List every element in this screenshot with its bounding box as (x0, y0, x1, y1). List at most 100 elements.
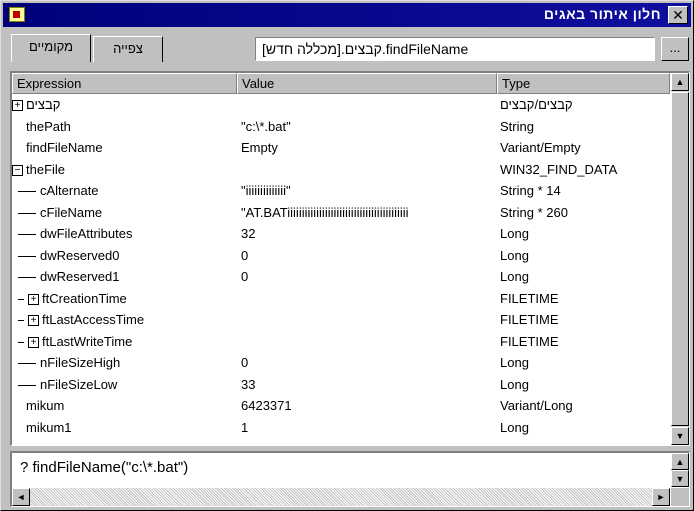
tree-connector (18, 298, 24, 300)
header-expression[interactable]: Expression (12, 73, 237, 94)
type-cell: Long (500, 269, 529, 284)
tree-connector (18, 363, 36, 365)
value-cell[interactable]: 6423371 (241, 398, 495, 413)
type-cell: FILETIME (500, 290, 559, 306)
expand-icon[interactable]: + (28, 315, 39, 327)
expression-cell[interactable]: nFileSizeHigh (12, 355, 234, 370)
type-cell: Long (500, 376, 529, 392)
expression-label: ftLastWriteTime (42, 333, 133, 349)
expand-icon[interactable]: + (28, 336, 39, 348)
immediate-scroll-down-button[interactable]: ▼ (671, 470, 689, 487)
value-cell[interactable]: 0 (241, 248, 495, 263)
expression-cell[interactable]: + ftLastAccessTime (12, 312, 234, 327)
expression-cell[interactable]: nFileSizeLow (12, 377, 234, 392)
grid-row[interactable]: cFileName "AT.BATiiiiiiiiiiiiiiiiiiiiiiii… (12, 203, 670, 225)
context-field: [מכללה חדש].קבצים.findFileName (255, 37, 655, 61)
call-stack-button[interactable]: ... (661, 37, 689, 61)
expression-label: dwReserved1 (40, 269, 120, 284)
expression-cell[interactable]: + ftLastWriteTime (12, 334, 234, 349)
tab-watch[interactable]: צפייה (93, 36, 163, 62)
header-value[interactable]: Value (237, 73, 497, 94)
expression-label: thePath (26, 118, 71, 134)
grid-row[interactable]: + קבצים קבצים/קבצים (12, 95, 670, 117)
expand-icon[interactable]: + (12, 100, 23, 112)
immediate-horizontal-scrollbar[interactable]: ◄ ► (12, 488, 670, 506)
grid-vertical-scrollbar[interactable]: ▲ ▼ (671, 73, 689, 445)
grid-row[interactable]: nFileSizeLow 33 Long (12, 375, 670, 397)
type-cell: String * 260 (500, 204, 568, 220)
expression-label: dwFileAttributes (40, 226, 133, 241)
grid-row[interactable]: cAlternate "iiiiiiiiiiiiii" String * 14 (12, 181, 670, 203)
expression-cell[interactable]: mikum1 (12, 420, 234, 435)
grid-row[interactable]: dwReserved0 0 Long (12, 246, 670, 268)
grid-row[interactable]: mikum1 1 Long (12, 418, 670, 440)
scroll-thumb[interactable] (671, 92, 689, 426)
grid-rows: + קבצים קבצים/קבצים thePath "c:\*.bat" String… (12, 95, 670, 439)
collapse-icon[interactable]: − (12, 164, 23, 176)
grid-row[interactable]: − theFile WIN32_FIND_DATA (12, 160, 670, 182)
expression-cell[interactable]: − theFile (12, 162, 234, 177)
grid-row[interactable]: + ftLastWriteTime FILETIME (12, 332, 670, 354)
expression-label: cAlternate (40, 183, 99, 198)
window-title: חלון איתור באגים (543, 6, 661, 22)
title-bar[interactable]: חלון איתור באגים ✕ (3, 3, 691, 27)
close-button[interactable]: ✕ (668, 6, 688, 24)
resize-grip[interactable] (671, 488, 689, 506)
expression-cell[interactable]: cAlternate (12, 183, 234, 198)
scroll-down-button[interactable]: ▼ (671, 427, 689, 445)
value-cell[interactable]: 33 (241, 377, 495, 392)
expression-cell[interactable]: thePath (12, 119, 234, 134)
expression-cell[interactable]: mikum (12, 398, 234, 413)
value-cell[interactable]: "iiiiiiiiiiiiii" (241, 183, 495, 198)
expression-cell[interactable]: + קבצים (12, 97, 234, 112)
value-cell[interactable]: "AT.BATiiiiiiiiiiiiiiiiiiiiiiiiiiiiiiiii… (241, 205, 495, 220)
value-cell[interactable]: 1 (241, 420, 495, 435)
grid-row[interactable]: + ftCreationTime FILETIME (12, 289, 670, 311)
immediate-scroll-up-button[interactable]: ▲ (671, 453, 689, 470)
expression-cell[interactable]: + ftCreationTime (12, 291, 234, 306)
scroll-up-button[interactable]: ▲ (671, 73, 689, 91)
expression-cell[interactable]: findFileName (12, 140, 234, 155)
type-cell: FILETIME (500, 333, 559, 349)
value-cell[interactable]: Empty (241, 140, 495, 155)
immediate-vertical-scrollbar[interactable]: ▲ ▼ (671, 453, 689, 487)
expression-label: mikum1 (26, 419, 72, 435)
value-cell[interactable]: "c:\*.bat" (241, 119, 495, 134)
grid-row[interactable]: mikum 6423371 Variant/Long (12, 396, 670, 418)
grid-row[interactable]: dwFileAttributes 32 Long (12, 224, 670, 246)
immediate-pane[interactable]: ? findFileName("c:\*.bat") ▲ ▼ ◄ ► (10, 451, 690, 507)
grid-row[interactable]: dwReserved1 0 Long (12, 267, 670, 289)
grid-row[interactable]: findFileName Empty Variant/Empty (12, 138, 670, 160)
grid-row[interactable]: thePath "c:\*.bat" String (12, 117, 670, 139)
type-cell: WIN32_FIND_DATA (500, 161, 618, 177)
expand-icon[interactable]: + (28, 293, 39, 305)
scroll-left-button[interactable]: ◄ (12, 488, 30, 506)
expression-label: nFileSizeHigh (40, 355, 121, 370)
window-icon[interactable] (9, 7, 25, 22)
right-arrow-icon: ► (656, 492, 666, 502)
type-cell: FILETIME (500, 312, 559, 327)
expression-label: nFileSizeLow (40, 376, 118, 392)
immediate-text[interactable]: ? findFileName("c:\*.bat") (20, 459, 188, 476)
expression-cell[interactable]: cFileName (12, 205, 234, 220)
type-cell: Long (500, 419, 529, 435)
left-arrow-icon: ◄ (16, 492, 26, 502)
expression-label: ftCreationTime (42, 290, 127, 306)
tree-connector (18, 255, 36, 257)
header-type[interactable]: Type (497, 73, 670, 94)
expression-label: dwReserved0 (40, 247, 120, 263)
expression-cell[interactable]: dwFileAttributes (12, 226, 234, 241)
grid-row[interactable]: nFileSizeHigh 0 Long (12, 353, 670, 375)
grid-row[interactable]: + ftLastAccessTime FILETIME (12, 310, 670, 332)
tab-locals[interactable]: מקומיים (11, 34, 91, 62)
scroll-right-button[interactable]: ► (652, 488, 670, 506)
value-cell[interactable]: 32 (241, 226, 495, 241)
type-cell: String (500, 118, 534, 134)
expression-cell[interactable]: dwReserved0 (12, 248, 234, 263)
value-cell[interactable]: 0 (241, 269, 495, 284)
expression-label: cFileName (40, 204, 103, 220)
expression-cell[interactable]: dwReserved1 (12, 269, 234, 284)
type-cell: Long (500, 226, 529, 241)
value-cell[interactable]: 0 (241, 355, 495, 370)
locals-grid[interactable]: Expression Value Type + קבצים קבצים/קבצים t… (10, 71, 690, 446)
